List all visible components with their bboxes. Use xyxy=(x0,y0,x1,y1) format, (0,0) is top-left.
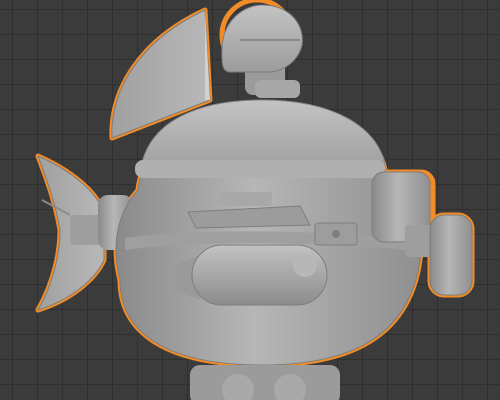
latch-box[interactable] xyxy=(314,222,358,246)
lower-legs[interactable] xyxy=(190,365,340,400)
helmet-head[interactable] xyxy=(221,4,303,98)
3d-viewport[interactable] xyxy=(0,0,500,400)
viewport-scene[interactable] xyxy=(0,0,500,400)
